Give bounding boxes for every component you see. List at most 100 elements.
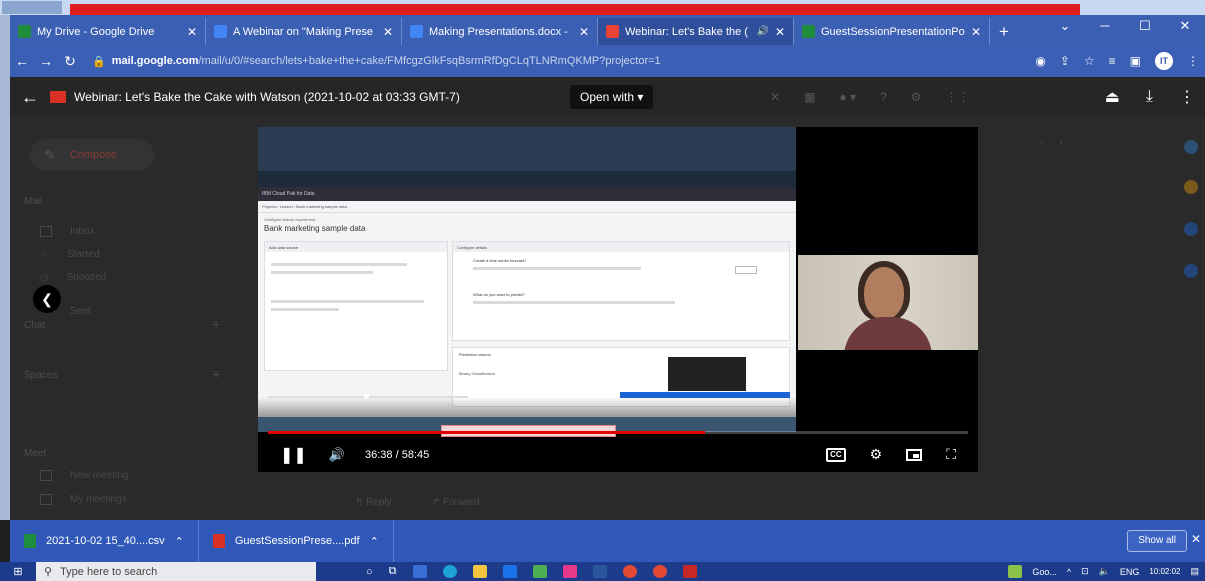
tab-search-icon[interactable]: ⌄ (1045, 15, 1085, 45)
file-explorer-icon[interactable] (472, 565, 487, 578)
bookmark-star-icon[interactable]: ☆ (1084, 54, 1095, 68)
download-item-csv[interactable]: 2021-10-02 15_40....csv ⌃ (10, 520, 199, 562)
reading-list-icon[interactable]: ≡ (1109, 54, 1116, 68)
speaker-icon[interactable]: 🔈 (1099, 566, 1110, 577)
new-tab-button[interactable]: + (990, 18, 1018, 45)
time-current: 36:38 (365, 448, 393, 461)
browser-tab[interactable]: My Drive - Google Drive ✕ (10, 18, 206, 45)
download-icon[interactable]: ⤓ (1146, 88, 1153, 106)
browser-tab[interactable]: GuestSessionPresentationPo ✕ (794, 18, 990, 45)
meet-item-new-meeting[interactable]: New meeting (40, 470, 128, 481)
chevron-up-icon[interactable]: ⌃ (370, 535, 379, 548)
compose-button[interactable]: ✎ Compose (30, 139, 154, 171)
clock[interactable]: 10:02:02 (1149, 567, 1180, 576)
tab-close-icon[interactable]: ✕ (971, 25, 981, 39)
captions-icon[interactable]: CC (826, 447, 846, 462)
close-viewer-icon[interactable]: ← (10, 87, 50, 108)
panel-body (265, 252, 447, 322)
sidebar-item-starred[interactable]: ☆ Starred (40, 249, 100, 260)
tab-audio-icon[interactable]: 🔊 (756, 26, 768, 37)
add-to-drive-icon[interactable]: ⏏ (1105, 87, 1120, 107)
location-icon[interactable]: ◉ (1035, 54, 1045, 68)
edge-app-icon[interactable] (442, 565, 457, 578)
address-bar-actions: ◉ ⇪ ☆ ≡ ▣ IT ⋮ (1035, 45, 1199, 77)
side-panel-icon[interactable]: ▣ (1130, 54, 1141, 68)
share-icon[interactable]: ⇪ (1060, 54, 1070, 68)
browser-tab[interactable]: Making Presentations.docx - ✕ (402, 18, 598, 45)
powerpoint-app-icon[interactable] (562, 565, 577, 578)
keep-app-icon[interactable] (1184, 180, 1198, 194)
tab-favicon-icon (214, 25, 227, 38)
more-options-icon[interactable]: ⋮ (1179, 87, 1195, 107)
meet-item-label: New meeting (70, 470, 129, 481)
sidebar-item-inbox[interactable]: Inbox (40, 226, 94, 237)
chrome-app-icon[interactable] (622, 565, 637, 578)
close-window-icon[interactable]: ✕ (1165, 15, 1205, 45)
inbox-icon (40, 226, 52, 237)
network-icon[interactable]: ⊡ (1081, 566, 1089, 577)
reload-icon[interactable]: ↻ (58, 53, 82, 70)
profile-avatar[interactable]: IT (1155, 52, 1173, 70)
menu-dots-icon[interactable]: ⋮ (1187, 54, 1199, 68)
speaker-body (844, 317, 932, 350)
forward-button[interactable]: ↱ Forward (432, 497, 480, 508)
tab-close-icon[interactable]: ✕ (383, 25, 393, 39)
question-2: What do you want to predict? (473, 292, 525, 297)
tab-close-icon[interactable]: ✕ (775, 25, 785, 39)
fullscreen-icon[interactable]: ⛶ (946, 446, 956, 463)
reply-button[interactable]: ↰ Reply (355, 497, 392, 508)
open-with-button[interactable]: Open with ▾ (570, 85, 654, 109)
chevron-up-icon[interactable]: ⌃ (175, 535, 184, 548)
forward-icon[interactable]: → (34, 53, 58, 69)
tasks-app-icon[interactable] (1184, 222, 1198, 236)
word-app-icon[interactable] (592, 565, 607, 578)
back-icon[interactable]: ← (10, 53, 34, 69)
calendar-app-icon[interactable] (1184, 140, 1198, 154)
tray-app-label[interactable]: Goo... (1032, 567, 1057, 577)
top-strip (0, 0, 1205, 15)
spaces-add-icon[interactable]: + (212, 366, 220, 382)
line (271, 300, 424, 303)
miniplayer-icon[interactable] (906, 448, 923, 461)
maximize-icon[interactable]: ☐ (1125, 15, 1165, 45)
language-indicator[interactable]: ENG (1120, 567, 1140, 577)
windows-start-icon[interactable]: ⊞ (0, 565, 36, 578)
line (271, 271, 373, 274)
browser-tab[interactable]: A Webinar on "Making Prese ✕ (206, 18, 402, 45)
video-player[interactable]: IBM Cloud Pak for Data Projects / Lesson… (258, 127, 978, 472)
tray-app-icon[interactable] (1008, 565, 1023, 578)
url-field[interactable]: 🔒 mail.google.com/mail/u/0/#search/lets+… (92, 55, 661, 68)
next-page-icon[interactable]: › (1059, 137, 1062, 148)
tab-close-icon[interactable]: ✕ (187, 25, 197, 39)
video-progress-bar[interactable] (268, 431, 968, 434)
store-app-icon[interactable] (412, 565, 427, 578)
notifications-icon[interactable]: ▤ (1190, 566, 1199, 577)
download-item-pdf[interactable]: GuestSessionPrese....pdf ⌃ (199, 520, 394, 562)
tray-chevron-icon[interactable]: ^ (1067, 567, 1071, 577)
acrobat-app-icon[interactable] (682, 565, 697, 578)
slide-subtitle: Configure AutoAI experiment (264, 217, 316, 222)
task-view-icon[interactable]: ⧉ (389, 565, 397, 578)
settings-gear-icon[interactable]: ⚙ (870, 446, 883, 463)
contacts-app-icon[interactable] (1184, 264, 1198, 278)
taskbar-search-input[interactable]: ⚲ Type here to search (36, 562, 316, 581)
tab-favicon-icon (802, 25, 815, 38)
meet-item-my-meetings[interactable]: My meetings (40, 494, 127, 505)
minimize-icon[interactable]: ─ (1085, 15, 1125, 45)
browser-tab[interactable]: Webinar: Let's Bake the (🔊 ✕ (598, 18, 794, 45)
search-placeholder: Type here to search (60, 565, 158, 578)
prev-page-icon[interactable]: ‹ (1040, 137, 1043, 148)
close-downloads-icon[interactable]: ✕ (1191, 532, 1201, 546)
mail-app-icon[interactable] (502, 565, 517, 578)
show-all-button[interactable]: Show all (1127, 530, 1187, 552)
volume-icon[interactable]: 🔊 (329, 447, 345, 463)
tab-close-icon[interactable]: ✕ (579, 25, 589, 39)
photos-app-icon[interactable] (532, 565, 547, 578)
cortana-icon[interactable]: ○ (366, 566, 373, 578)
sidebar-item-snoozed[interactable]: ◷ Snoozed (40, 272, 106, 283)
url-path: /mail/u/0/#search/lets+bake+the+cake/FMf… (198, 55, 661, 67)
previous-attachment-button[interactable]: ❮ (33, 285, 61, 313)
pause-icon[interactable]: ❚❚ (280, 445, 307, 465)
chat-add-icon[interactable]: + (212, 316, 220, 332)
chrome-active-app-icon[interactable] (652, 565, 667, 578)
